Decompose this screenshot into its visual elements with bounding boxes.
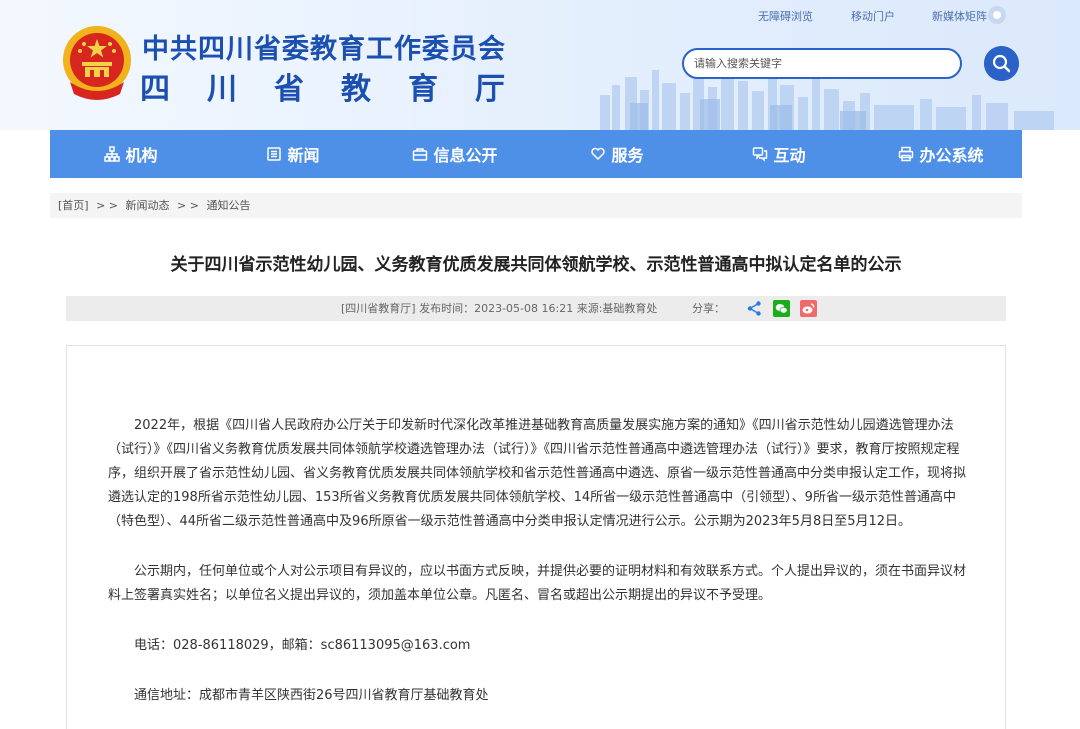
article-meta: [四川省教育厅] 发布时间：2023-05-08 16:21 来源:基础教育处 [341, 302, 658, 315]
nav-item-office[interactable]: 办公系统 [860, 130, 1022, 178]
breadcrumb-notice[interactable]: 通知公告 [206, 199, 250, 212]
nav-label: 办公系统 [919, 146, 984, 165]
nav-label: 互动 [773, 146, 806, 165]
info-open-icon [413, 148, 428, 161]
nav-label: 服务 [611, 146, 644, 165]
nav-item-service[interactable]: 服务 [536, 130, 698, 178]
nav-label: 新闻 [287, 146, 320, 165]
nav-label: 信息公开 [433, 146, 498, 165]
national-emblem-icon [63, 26, 131, 100]
breadcrumb-separator: > > [96, 199, 119, 212]
media-matrix-link[interactable]: 新媒体矩阵 [932, 8, 987, 24]
article-paragraph: 通信地址：成都市青羊区陕西街26号四川省教育厅基础教育处 [134, 688, 489, 703]
heart-hand-icon [591, 147, 606, 161]
nav-item-interaction[interactable]: 互动 [698, 130, 860, 178]
nav-label: 机构 [125, 146, 158, 165]
weibo-icon[interactable] [800, 300, 817, 317]
search-icon[interactable] [984, 46, 1019, 81]
site-title-sub: 四川省教育厅 [140, 72, 542, 107]
article-meta-bar: [四川省教育厅] 发布时间：2023-05-08 16:21 来源:基础教育处 … [66, 296, 1006, 321]
org-chart-icon [104, 146, 121, 162]
accessible-browse-link[interactable]: 无障碍浏览 [758, 8, 813, 24]
breadcrumb-news[interactable]: 新闻动态 [126, 199, 170, 212]
article-paragraph: 2022年，根据《四川省人民政府办公厅关于印发新时代深化改革推进基础教育高质量发… [108, 418, 967, 529]
printer-icon [899, 146, 914, 162]
wechat-icon[interactable] [773, 300, 790, 317]
share-label: 分享： [692, 302, 725, 315]
article-title: 关于四川省示范性幼儿园、义务教育优质发展共同体领航学校、示范性普通高中拟认定名单… [170, 255, 902, 275]
article-paragraph: 电话：028-86118029，邮箱：sc86113095@163.com [134, 638, 471, 653]
breadcrumb-home[interactable]: [首页] [58, 199, 89, 212]
search-box [682, 48, 962, 79]
site-header: 中共四川省委教育工作委员会 四川省教育厅 无障碍浏览 移动门户 新媒体矩阵 [0, 0, 1080, 130]
breadcrumb-separator: > > [177, 199, 199, 212]
nav-item-news[interactable]: 新闻 [212, 130, 374, 178]
main-nav: 机构 新闻 信息公开 服务 互动 办公系统 [50, 130, 1022, 178]
media-matrix-icon[interactable] [988, 6, 1006, 24]
nav-item-org[interactable]: 机构 [50, 130, 212, 178]
breadcrumb: [首页] > > 新闻动态 > > 通知公告 [50, 193, 1022, 218]
news-icon [267, 147, 282, 161]
mobile-portal-link[interactable]: 移动门户 [851, 8, 895, 24]
nav-item-info-open[interactable]: 信息公开 [374, 130, 536, 178]
article-paragraph: 公示期内，任何单位或个人对公示项目有异议的，应以书面方式反映，并提供必要的证明材… [108, 564, 967, 603]
chat-icon [753, 147, 768, 162]
site-title-main: 中共四川省委教育工作委员会 [142, 34, 506, 65]
share-icon[interactable] [746, 300, 763, 317]
search-input[interactable] [684, 50, 960, 77]
top-links: 无障碍浏览 移动门户 新媒体矩阵 [0, 8, 1080, 24]
article-body: 2022年，根据《四川省人民政府办公厅关于印发新时代深化改革推进基础教育高质量发… [108, 414, 970, 708]
